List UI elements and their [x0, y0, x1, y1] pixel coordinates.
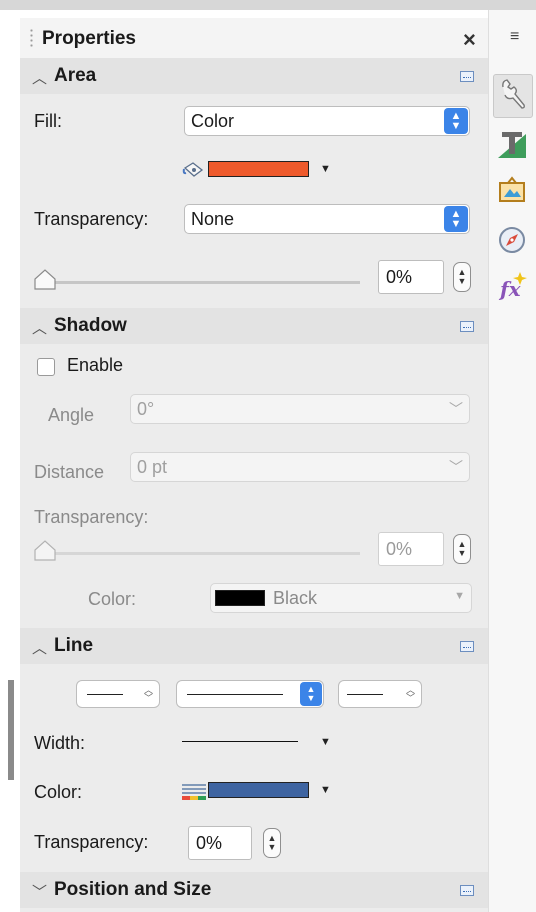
shadow-distance-value: 0 pt	[137, 457, 168, 477]
shadow-color-select[interactable]: Black ▼	[210, 583, 472, 613]
line-transparency-value: 0%	[196, 833, 223, 853]
fill-type-select[interactable]: Color ▲ ▼	[184, 106, 470, 136]
tab-styles[interactable]	[496, 128, 530, 162]
area-transparency-field[interactable]: 0%	[378, 260, 444, 294]
line-section-header[interactable]: ︿ Line	[20, 628, 488, 664]
deck-title: Properties	[42, 28, 136, 49]
more-options-icon[interactable]	[460, 71, 474, 82]
more-options-icon[interactable]	[460, 321, 474, 332]
shadow-distance-label: Distance	[34, 462, 105, 482]
chevron-down-icon: ﹀	[449, 459, 463, 475]
line-color-label: Color:	[34, 782, 83, 802]
area-transparency-stepper[interactable]: ▲ ▼	[453, 262, 471, 292]
line-start-arrow-select[interactable]: ︿ ﹀	[76, 680, 160, 708]
shadow-transparency-value: 0%	[386, 539, 413, 559]
line-color-swatch[interactable]	[208, 782, 309, 798]
line-transparency-field[interactable]: 0%	[188, 826, 252, 860]
area-section-title: Area	[54, 65, 97, 86]
line-transparency-label: Transparency:	[34, 832, 149, 852]
close-deck-button[interactable]: ×	[463, 27, 476, 53]
navigator-icon	[499, 227, 525, 253]
fill-color-swatch[interactable]	[208, 161, 309, 177]
styles-icon	[498, 132, 526, 158]
line-preview	[187, 694, 283, 695]
line-color-dropdown-icon[interactable]: ▼	[320, 784, 331, 796]
area-transparency-select[interactable]: None ▲ ▼	[184, 204, 470, 234]
shadow-angle-value: 0°	[137, 399, 155, 419]
select-spin-icon: ︿ ﹀	[405, 685, 415, 703]
more-options-icon[interactable]	[460, 885, 474, 896]
line-color-icon	[182, 784, 206, 800]
sidebar-menu-icon[interactable]: ≡	[510, 28, 519, 46]
collapse-chevron-icon[interactable]: ︿	[32, 637, 47, 658]
line-width-dropdown-icon[interactable]: ▼	[320, 736, 331, 748]
area-transparency-value: 0%	[386, 267, 413, 287]
position-size-section-header[interactable]: ﹀ Position and Size	[20, 872, 488, 908]
line-width-preview[interactable]	[182, 741, 298, 742]
collapse-chevron-icon[interactable]: ︿	[32, 317, 47, 338]
shadow-angle-select[interactable]: 0° ﹀	[130, 394, 470, 424]
fill-type-value: Color	[191, 111, 235, 131]
shadow-section-header[interactable]: ︿ Shadow	[20, 308, 488, 344]
expand-chevron-icon[interactable]: ﹀	[32, 881, 47, 902]
shadow-transparency-stepper[interactable]: ▲ ▼	[453, 534, 471, 564]
paint-bucket-icon	[182, 162, 204, 177]
shadow-distance-select[interactable]: 0 pt ﹀	[130, 452, 470, 482]
shadow-transparency-label: Transparency:	[34, 507, 149, 527]
more-options-icon[interactable]	[460, 641, 474, 652]
tab-functions[interactable]: fx	[496, 270, 530, 304]
area-section-header[interactable]: ︿ Area	[20, 58, 488, 94]
line-transparency-stepper[interactable]: ▲ ▼	[263, 828, 281, 858]
select-spin-icon: ︿ ﹀	[143, 685, 153, 703]
shadow-transparency-field[interactable]: 0%	[378, 532, 444, 566]
shadow-enable-label: Enable	[67, 355, 124, 375]
shadow-transparency-slider[interactable]	[44, 552, 360, 555]
area-transparency-mode: None	[191, 209, 235, 229]
svg-text:fx: fx	[498, 277, 522, 301]
sidebar-resize-grip[interactable]	[8, 680, 14, 780]
tab-properties[interactable]	[493, 74, 533, 118]
wrench-icon	[502, 79, 525, 109]
area-transparency-slider[interactable]	[44, 281, 360, 284]
slider-thumb[interactable]	[33, 539, 57, 561]
chevron-down-icon: ﹀	[449, 401, 463, 417]
fill-color-dropdown-icon[interactable]: ▼	[320, 163, 331, 175]
line-width-label: Width:	[34, 733, 86, 753]
collapse-chevron-icon[interactable]: ︿	[32, 67, 47, 88]
select-spin-icon: ▲ ▼	[300, 682, 322, 706]
slider-thumb[interactable]	[33, 268, 57, 290]
line-preview	[87, 694, 123, 695]
drag-handle-icon[interactable]	[30, 28, 33, 48]
shadow-section-title: Shadow	[54, 315, 127, 336]
dropdown-arrow-icon: ▼	[454, 590, 465, 602]
shadow-enable-checkbox[interactable]	[37, 358, 55, 376]
position-size-section-title: Position and Size	[54, 879, 212, 900]
gallery-icon	[499, 176, 525, 202]
line-section-title: Line	[54, 635, 94, 656]
line-style-select[interactable]: ▲ ▼	[176, 680, 324, 708]
shadow-color-name: Black	[273, 588, 318, 608]
area-transparency-label: Transparency:	[34, 209, 149, 229]
fill-label: Fill:	[34, 111, 62, 131]
select-spin-icon: ▲ ▼	[444, 108, 468, 134]
line-end-arrow-select[interactable]: ︿ ﹀	[338, 680, 422, 708]
tab-gallery[interactable]	[496, 174, 530, 208]
shadow-color-swatch	[215, 590, 265, 606]
select-spin-icon: ▲ ▼	[444, 206, 468, 232]
functions-icon: fx	[498, 272, 527, 301]
window-top-edge	[0, 0, 536, 10]
shadow-color-label: Color:	[88, 589, 137, 609]
shadow-angle-label: Angle	[48, 405, 95, 425]
line-preview	[347, 694, 383, 695]
tab-navigator[interactable]	[496, 224, 530, 258]
